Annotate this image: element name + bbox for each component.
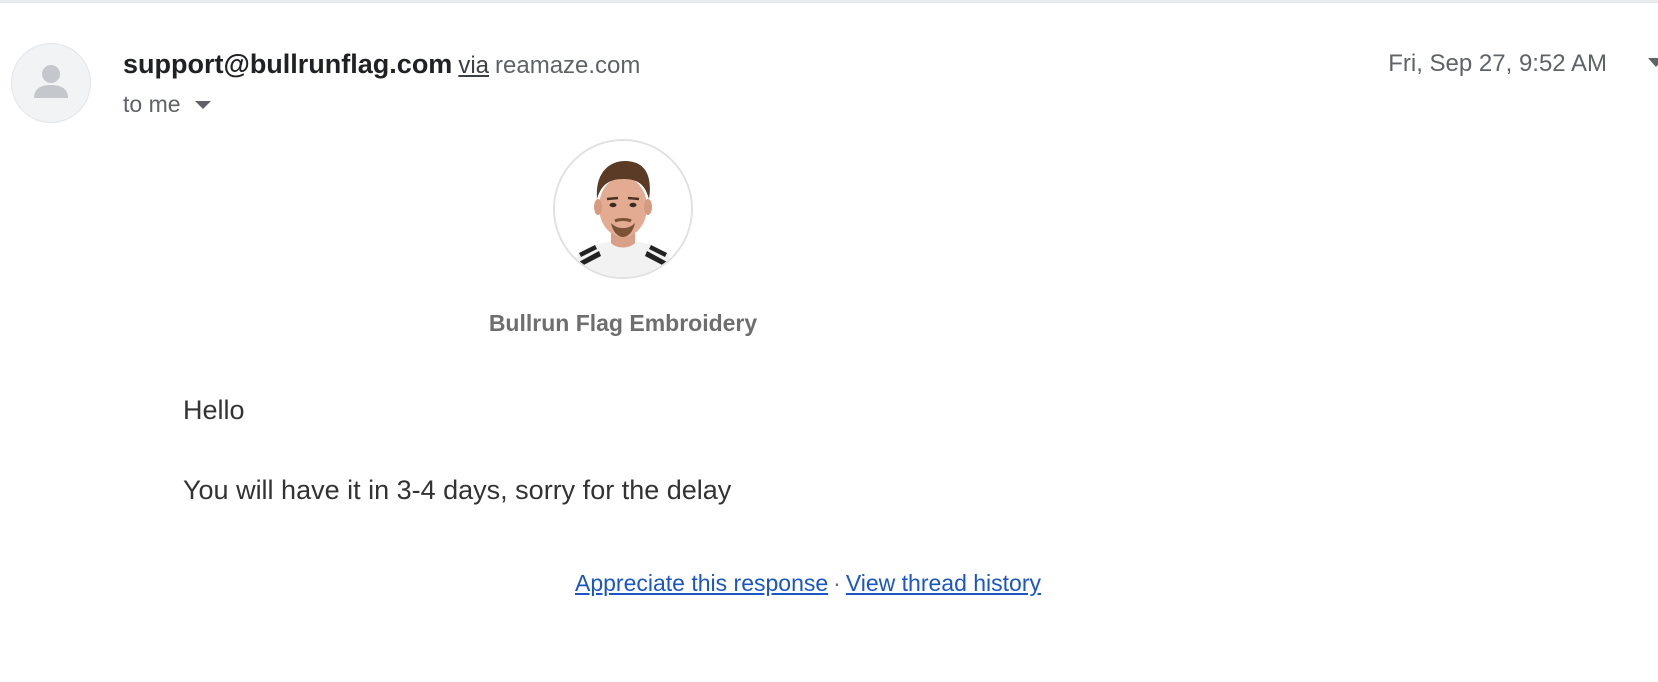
recipient-details-toggle[interactable]: to me <box>123 89 211 119</box>
message-body: You will have it in 3-4 days, sorry for … <box>183 475 732 505</box>
person-silhouette-icon[interactable] <box>11 43 91 123</box>
sender-line: support@bullrunflag.com via reamaze.com <box>123 46 640 84</box>
recipient-label: to me <box>123 91 181 117</box>
message-greeting: Hello <box>183 395 245 425</box>
more-options-chevron-icon[interactable] <box>1648 58 1658 67</box>
chevron-down-icon[interactable] <box>194 101 211 109</box>
divider <box>0 0 1658 3</box>
agent-name: Bullrun Flag Embroidery <box>488 310 758 336</box>
email-message: support@bullrunflag.com via reamaze.com to… <box>0 0 1658 682</box>
via-domain: reamaze.com <box>495 52 641 79</box>
message-date: Fri, Sep 27, 9:52 AM <box>1388 50 1607 77</box>
footer-links: Appreciate this response · View thread his… <box>575 566 1041 600</box>
agent-avatar <box>553 139 693 279</box>
view-thread-history-link[interactable]: View thread history <box>846 570 1041 596</box>
link-separator: · <box>833 570 841 596</box>
sender-email[interactable]: support@bullrunflag.com <box>123 49 452 79</box>
appreciate-response-link[interactable]: Appreciate this response <box>575 570 828 596</box>
via-link[interactable]: via <box>458 52 489 79</box>
